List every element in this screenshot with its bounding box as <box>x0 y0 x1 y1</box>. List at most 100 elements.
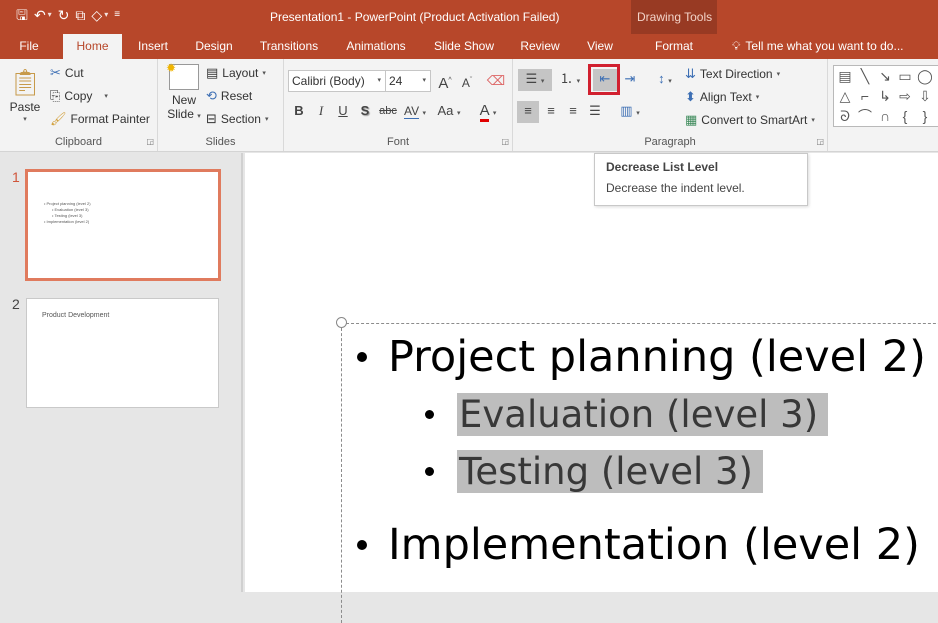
save-icon[interactable]: 🖫 <box>16 6 28 24</box>
tell-me-box[interactable]: 💡︎ Tell me what you want to do... <box>732 34 904 59</box>
slide-thumbnail-1[interactable]: • Project planning (level 2) • Evaluatio… <box>25 169 221 281</box>
strikethrough-button[interactable]: abc <box>376 101 400 121</box>
copy-button[interactable]: ⎘ Copy ▾ <box>50 88 108 104</box>
slide-thumbnail-2[interactable]: Product Development <box>26 298 219 408</box>
bullet-line-level-3[interactable]: Evaluation (level 3) <box>425 386 829 442</box>
bullet-line-level-2[interactable]: Project planning (level 2) <box>357 329 926 385</box>
reset-button[interactable]: ⟲ Reset <box>206 88 252 104</box>
down-arrow-shape-icon[interactable]: ⇩ <box>916 87 934 105</box>
right-arrow-shape-icon[interactable]: ⇨ <box>896 87 914 105</box>
customize-qat-icon[interactable]: ≡ <box>114 6 120 24</box>
thumb-title: Product Development <box>42 312 110 319</box>
paragraph-dialog-launcher-icon[interactable]: ◲ <box>816 137 824 146</box>
undo-dropdown-icon[interactable]: ▾ <box>48 6 52 24</box>
rotation-resize-handle[interactable] <box>336 317 347 328</box>
slide-canvas[interactable]: Project planning (level 2) Evaluation (l… <box>245 153 938 623</box>
align-left-button[interactable]: ≡ <box>517 101 539 123</box>
rectangle-shape-icon[interactable]: ▭ <box>896 67 914 85</box>
section-button[interactable]: ⊟ Section ▾ <box>206 111 268 127</box>
freeform-shape-icon[interactable]: ᘐ <box>836 107 854 125</box>
start-from-beginning-icon[interactable]: ⧉ <box>75 6 85 24</box>
bullet-text-selected: Evaluation (level 3) <box>457 392 829 436</box>
copy-label: Copy <box>64 89 93 103</box>
arrow-line-shape-icon[interactable]: ↘ <box>876 67 894 85</box>
left-brace-shape-icon[interactable]: { <box>896 107 914 125</box>
font-name-select[interactable]: Calibri (Body) ▾ <box>288 70 386 92</box>
slides-group-label: Slides <box>205 136 236 148</box>
bold-button[interactable]: B <box>289 101 309 121</box>
increase-list-level-button[interactable]: ⇥ <box>618 69 642 91</box>
layout-button[interactable]: ▤ Layout ▾ <box>206 65 266 81</box>
undo-icon[interactable]: ↶ <box>34 6 46 24</box>
justify-icon: ☰ <box>589 103 601 118</box>
bullets-button[interactable]: ☰ ▾ <box>518 69 552 91</box>
oval-shape-icon[interactable]: ◯ <box>916 67 934 85</box>
tab-slide-show[interactable]: Slide Show <box>428 34 500 59</box>
character-spacing-button[interactable]: AV ▾ <box>400 101 430 121</box>
align-right-button[interactable]: ≡ <box>562 101 584 123</box>
format-painter-button[interactable]: 🖌︎ Format Painter <box>50 111 150 127</box>
copy-dropdown-icon[interactable]: ▾ <box>104 92 108 100</box>
text-shadow-button[interactable]: S <box>355 101 375 121</box>
numbering-button[interactable]: ⒈ ▾ <box>555 69 585 91</box>
cut-button[interactable]: ✂ Cut <box>50 65 84 81</box>
bullet-line-level-3[interactable]: Testing (level 3) <box>425 443 763 499</box>
curve-shape-icon[interactable]: ∩ <box>876 107 894 125</box>
shape-fill-dropdown-icon[interactable]: ▾ <box>104 6 108 24</box>
tab-view[interactable]: View <box>580 34 620 59</box>
font-group: Calibri (Body) ▾ 24 ▾ A^ Aˇ ⌫ B I U S ab… <box>284 59 513 151</box>
font-size-select[interactable]: 24 ▾ <box>385 70 431 92</box>
reset-icon: ⟲ <box>206 88 217 103</box>
tab-insert[interactable]: Insert <box>130 34 176 59</box>
new-slide-label-1: New <box>171 93 196 107</box>
italic-button[interactable]: I <box>311 101 331 121</box>
text-direction-button[interactable]: ⇊ Text Direction ▾ <box>685 66 780 82</box>
align-center-button[interactable]: ≡ <box>540 101 562 123</box>
clipboard-group-label: Clipboard <box>54 136 103 148</box>
font-dialog-launcher-icon[interactable]: ◲ <box>501 137 509 146</box>
shape-fill-icon[interactable]: ◇ <box>91 6 102 24</box>
shapes-gallery[interactable]: ▤ ╲ ↘ ▭ ◯ △ ⌐ ↳ ⇨ ⇩ ᘐ ⌒ ∩ { } <box>833 65 938 127</box>
tab-review[interactable]: Review <box>514 34 566 59</box>
clear-formatting-button[interactable]: ⌫ <box>486 71 506 91</box>
align-text-icon: ⬍ <box>685 89 696 104</box>
tab-home[interactable]: Home <box>63 34 122 59</box>
elbow-arrow-shape-icon[interactable]: ↳ <box>876 87 894 105</box>
align-text-button[interactable]: ⬍ Align Text ▾ <box>685 89 759 105</box>
tab-transitions[interactable]: Transitions <box>253 34 325 59</box>
convert-smartart-button[interactable]: ▦ Convert to SmartArt ▾ <box>685 112 815 128</box>
paste-button[interactable]: 📋︎ Paste ▾ <box>9 65 42 123</box>
change-case-button[interactable]: Aa ▾ <box>432 101 466 121</box>
shrink-font-button[interactable]: Aˇ <box>457 71 477 91</box>
arc-shape-icon[interactable]: ⌒ <box>856 107 874 125</box>
tab-file[interactable]: File <box>12 34 46 59</box>
tab-animations[interactable]: Animations <box>338 34 414 59</box>
chevron-down-icon: ▾ <box>377 77 381 84</box>
justify-button[interactable]: ☰ <box>584 101 606 123</box>
line-spacing-button[interactable]: ↕ ▾ <box>650 69 680 91</box>
right-brace-shape-icon[interactable]: } <box>916 107 934 125</box>
tab-design[interactable]: Design <box>188 34 240 59</box>
bullet-text-selected: Testing (level 3) <box>457 449 763 493</box>
underline-button[interactable]: U <box>333 101 353 121</box>
line-shape-icon[interactable]: ╲ <box>856 67 874 85</box>
bullet-line-level-2[interactable]: Implementation (level 2) <box>357 517 920 573</box>
bullet-icon <box>425 466 434 476</box>
align-right-icon: ≡ <box>569 103 577 118</box>
elbow-connector-shape-icon[interactable]: ⌐ <box>856 87 874 105</box>
ribbon-tabs: File Home Insert Design Transitions Anim… <box>0 34 938 59</box>
grow-font-button[interactable]: A^ <box>435 71 455 92</box>
text-box-shape-icon[interactable]: ▤ <box>836 67 854 85</box>
new-slide-button[interactable]: ✹ New Slide ▾ <box>166 61 202 124</box>
increase-indent-icon: ⇥ <box>624 71 636 86</box>
new-slide-icon: ✹ <box>166 61 199 90</box>
clipboard-dialog-launcher-icon[interactable]: ◲ <box>146 137 154 146</box>
bullet-icon <box>357 352 367 362</box>
columns-button[interactable]: ▥ ▾ <box>615 101 645 123</box>
font-size-value: 24 <box>389 74 403 88</box>
slide-thumbnail-pane[interactable]: 1 • Project planning (level 2) • Evaluat… <box>0 153 243 592</box>
redo-icon[interactable]: ↻ <box>58 6 70 24</box>
font-color-button[interactable]: A ▾ <box>473 101 503 122</box>
triangle-shape-icon[interactable]: △ <box>836 87 854 105</box>
tab-format[interactable]: Format <box>631 34 717 59</box>
